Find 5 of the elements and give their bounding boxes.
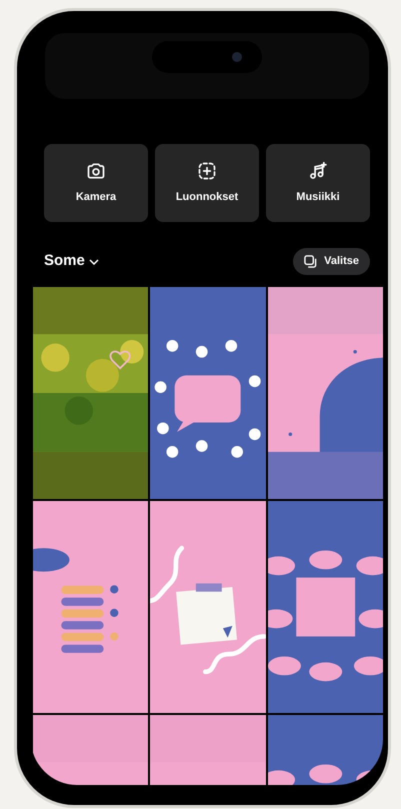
action-button[interactable]: Musiikki (266, 144, 370, 222)
select-button[interactable]: Valitse (293, 248, 370, 275)
action-button[interactable]: Kamera (44, 144, 148, 222)
action-button[interactable]: Luonnokset (155, 144, 259, 222)
album-dropdown[interactable]: Some (44, 250, 99, 273)
